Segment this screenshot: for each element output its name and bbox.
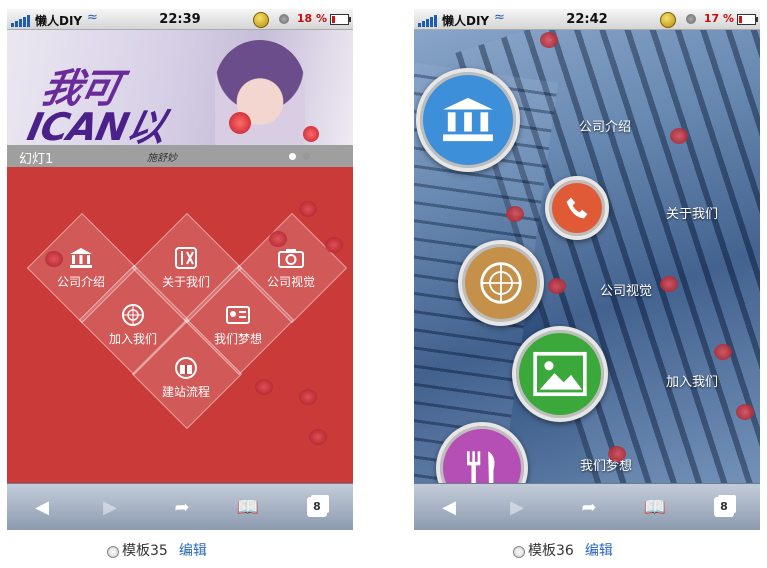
template-name: 模板35: [122, 543, 168, 559]
app-coin-icon: [660, 12, 676, 28]
rose-petal-icon: [325, 237, 343, 253]
rose-petal-icon: [714, 344, 732, 360]
share-icon[interactable]: ➦: [574, 495, 604, 519]
rose-petal-icon: [608, 446, 626, 462]
rose-icon: [229, 112, 251, 134]
item-label[interactable]: 关于我们: [666, 203, 718, 222]
rose-icon: [303, 126, 319, 142]
building-icon: [443, 97, 493, 142]
tile-site-process[interactable]: 建站流程: [131, 357, 241, 427]
forward-icon[interactable]: ▶: [95, 495, 125, 519]
banner-signature: 施舒妙: [147, 153, 177, 164]
browser-toolbar: ◀ ▶ ➦ 📖 8: [414, 483, 760, 530]
rose-petal-icon: [269, 231, 287, 247]
hero-banner[interactable]: 我可 ICAN以: [7, 30, 353, 145]
slide-dot-active[interactable]: [289, 153, 296, 160]
edit-link[interactable]: 编辑: [585, 540, 613, 560]
camera-icon: [278, 249, 304, 268]
item-label[interactable]: 加入我们: [666, 371, 718, 390]
app-coin-icon: [253, 12, 269, 28]
forward-icon[interactable]: ▶: [502, 495, 532, 519]
rotation-lock-icon: [686, 14, 696, 24]
status-bar: 懒人DIY ≈ 22:42 17 %: [414, 9, 760, 30]
bookmarks-icon[interactable]: 📖: [640, 495, 670, 519]
battery-percent: 18 %: [296, 12, 327, 25]
battery-icon: [330, 14, 351, 25]
battery-icon: [737, 14, 758, 25]
slide-caption-bar: 幻灯1 施舒妙: [7, 145, 353, 167]
tab-count: 8: [714, 497, 734, 517]
slide-dot[interactable]: [303, 153, 310, 160]
rose-petal-icon: [540, 32, 558, 48]
back-icon[interactable]: ◀: [27, 495, 57, 519]
banner-portrait: [215, 40, 305, 145]
battery-percent: 17 %: [703, 12, 734, 25]
rotation-lock-icon: [279, 14, 289, 24]
status-bar: 懒人DIY ≈ 22:39 18 %: [7, 9, 353, 30]
tile-label: 关于我们: [161, 275, 210, 289]
menu-area: 公司介绍 关于我们 公司视觉 加入我们 我们梦想 建站流程: [7, 167, 353, 483]
template-36-preview: 懒人DIY ≈ 22:42 17 % 公司介绍 关于我们 公司视觉 加入我们 我…: [414, 9, 760, 530]
tile-label: 公司介绍: [56, 275, 105, 289]
share-icon[interactable]: ➦: [167, 495, 197, 519]
utensils-icon: [467, 451, 495, 483]
item-about-us[interactable]: [545, 176, 609, 240]
building-background: 公司介绍 关于我们 公司视觉 加入我们 我们梦想: [414, 30, 760, 483]
item-join-us[interactable]: [512, 326, 608, 422]
id-card-icon: [226, 306, 250, 324]
item-label[interactable]: 公司介绍: [579, 116, 631, 135]
rose-petal-icon: [309, 429, 327, 445]
tile-label: 公司视觉: [266, 275, 315, 289]
slide-caption: 幻灯1: [19, 152, 54, 167]
radar-icon: [122, 304, 144, 326]
tab-count: 8: [307, 497, 327, 517]
item-label[interactable]: 公司视觉: [600, 280, 652, 299]
template-name: 模板36: [528, 543, 574, 559]
rose-petal-icon: [255, 379, 273, 395]
rose-petal-icon: [299, 389, 317, 405]
item-company-vision[interactable]: [458, 240, 544, 326]
back-icon[interactable]: ◀: [434, 495, 464, 519]
item-company-intro[interactable]: [416, 68, 520, 172]
picture-icon: [533, 351, 587, 397]
template-36-caption: 模板36 编辑: [513, 540, 613, 560]
radar-icon: [480, 262, 522, 304]
tabs-icon[interactable]: 8: [709, 495, 739, 519]
scissors-ruler-icon: [175, 247, 197, 269]
phone-icon: [566, 197, 588, 219]
tabs-icon[interactable]: 8: [302, 495, 332, 519]
banner-logo-line2: ICAN以: [23, 105, 170, 145]
rose-petal-icon: [660, 276, 678, 292]
select-radio[interactable]: [513, 545, 525, 558]
edit-link[interactable]: 编辑: [179, 540, 207, 560]
rose-petal-icon: [736, 404, 754, 420]
rose-petal-icon: [506, 206, 524, 222]
gift-icon: [175, 357, 197, 379]
rose-petal-icon: [45, 251, 63, 267]
tile-label: 我们梦想: [213, 332, 262, 346]
rose-petal-icon: [670, 128, 688, 144]
browser-toolbar: ◀ ▶ ➦ 📖 8: [7, 483, 353, 530]
tile-label: 建站流程: [161, 385, 210, 399]
rose-petal-icon: [299, 201, 317, 217]
bookmarks-icon[interactable]: 📖: [233, 495, 263, 519]
select-radio[interactable]: [107, 545, 119, 558]
tile-label: 加入我们: [108, 332, 157, 346]
template-35-caption: 模板35 编辑: [107, 540, 207, 560]
building-icon: [70, 248, 92, 268]
template-35-preview: 懒人DIY ≈ 22:39 18 % 我可 ICAN以 幻灯1 施舒妙 公司介绍…: [7, 9, 353, 530]
rose-petal-icon: [548, 278, 566, 294]
